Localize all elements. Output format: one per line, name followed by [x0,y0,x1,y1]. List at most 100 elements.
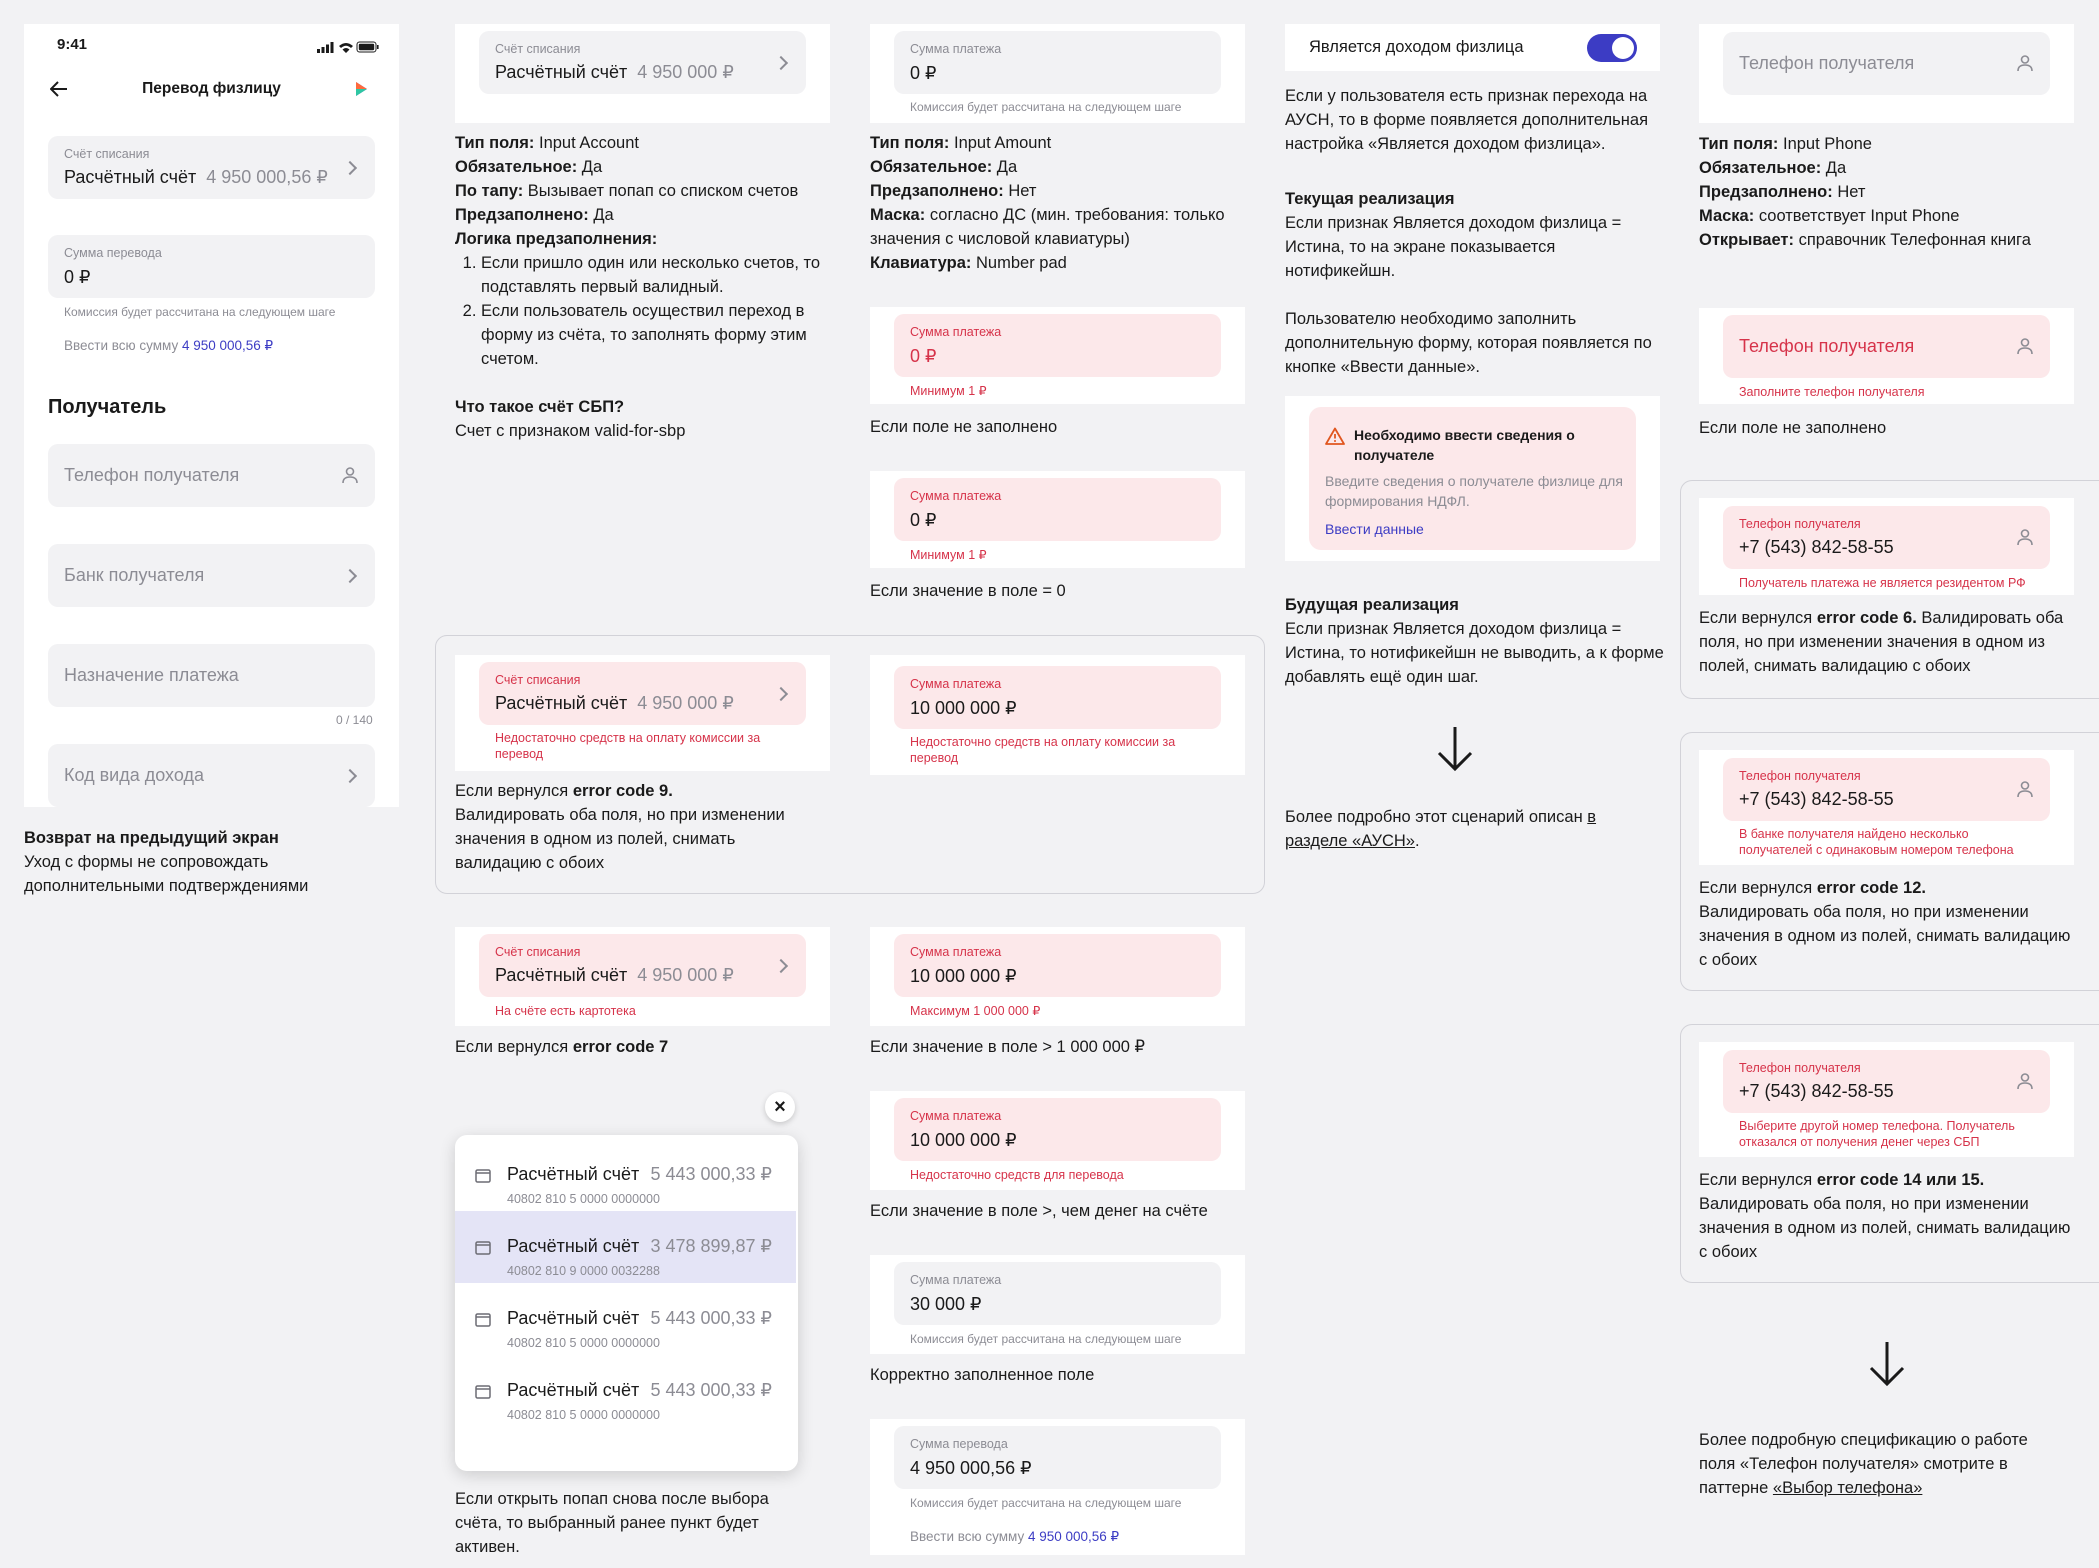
popup-account-item[interactable]: Расчётный счёт 5 443 000,33 ₽ 40802 810 … [455,1139,796,1211]
income-intro: Если у пользователя есть признак переход… [1285,87,1648,153]
field-label: Счёт списания [495,673,581,687]
amount-max-card: Сумма платежа 10 000 000 ₽ Максимум 1 00… [870,927,1245,1026]
toggle-knob [1612,37,1634,59]
item-amount: 3 478 899,87 ₽ [650,1236,772,1256]
error-message: Заполните телефон получателя [1739,385,1925,399]
notification-title: Необходимо ввести сведения о получателе [1354,427,1575,463]
popup-close-button[interactable]: × [765,1092,795,1122]
field-label: Телефон получателя [1739,1061,1861,1075]
field-placeholder: Код вида дохода [64,765,204,785]
recipient-phone-field-error[interactable]: Телефон получателя [1723,315,2050,378]
recipient-section-title: Получатель [48,396,167,418]
field-value: Расчётный счёт 4 950 000,56 ₽ [64,167,328,187]
field-label: Сумма платежа [910,42,1002,56]
status-time: 9:41 [57,36,88,53]
field-placeholder: Телефон получателя [1739,53,1915,73]
account-err9-card: Счёт списания Расчётный счёт 4 950 000 ₽… [455,655,830,771]
field-label: Счёт списания [495,945,581,959]
field-label: Сумма платежа [910,1273,1002,1287]
error-message: На счёте есть картотека [495,1004,636,1018]
field-value: Расчётный счёт 4 950 000 ₽ [495,693,734,713]
field-value: +7 (543) 842-58-55 [1739,1081,1894,1101]
account-icon [475,1241,491,1255]
amount-field-error[interactable]: Сумма платежа 10 000 000 ₽ [894,934,1221,997]
field-value: 4 950 000,56 ₽ [910,1458,1032,1478]
field-label: Телефон получателя [1739,517,1861,531]
app-logo-icon [351,79,371,104]
commission-hint: Комиссия будет рассчитана на следующем ш… [64,305,336,319]
field-value: 10 000 000 ₽ [910,966,1017,986]
field-label: Счёт списания [495,42,581,56]
future-impl: Будущая реализация Если признак Является … [1285,596,1664,686]
debit-account-field-error[interactable]: Счёт списания Расчётный счёт 4 950 000 ₽ [479,662,806,725]
field-placeholder: Телефон получателя [64,465,240,485]
person-icon [2017,1073,2033,1090]
person-icon [2017,55,2033,72]
recipient-phone-field-error[interactable]: Телефон получателя +7 (543) 842-58-55 [1723,1050,2050,1113]
amount-field[interactable]: Сумма перевода 4 950 000,56 ₽ [894,1426,1221,1489]
field-value: Расчётный счёт 4 950 000 ₽ [495,965,734,985]
notification-text: Введите сведения о получателе физлице дл… [1325,473,1623,509]
phone-empty-card: Телефон получателя Заполните телефон пол… [1699,308,2074,404]
phone-pattern-link[interactable]: «Выбор телефона» [1773,1479,1922,1497]
amount-ok-card: Сумма платежа 30 000 ₽ Комиссия будет ра… [870,1255,1245,1354]
debit-account-field[interactable]: Счёт списания Расчётный счёт 4 950 000 ₽ [479,31,806,94]
popup-account-item[interactable]: Расчётный счёт 5 443 000,33 ₽ 40802 810 … [455,1355,796,1427]
amount-funds-card: Сумма платежа 10 000 000 ₽ Недостаточно … [870,1091,1245,1190]
person-icon [2017,781,2033,798]
account-icon [475,1169,491,1183]
income-toggle-switch[interactable] [1587,34,1637,62]
debit-account-field[interactable]: Счёт списания Расчётный счёт 4 950 000,5… [48,136,375,199]
ausn-more: Более подробно этот сценарий описан в ра… [1285,808,1597,850]
transfer-sum-field[interactable]: Сумма перевода 0 ₽ [48,235,375,298]
income-toggle-row: Является доходом физлица [1285,24,1660,71]
amount-funds-note: Если значение в поле >, чем денег на счё… [870,1202,1208,1220]
income-code-field[interactable]: Код вида дохода [48,744,375,807]
amount-zero-card: Сумма платежа 0 ₽ Минимум 1 ₽ [870,471,1245,568]
recipient-phone-field-error[interactable]: Телефон получателя +7 (543) 842-58-55 [1723,506,2050,569]
arrow-down-icon [1869,1342,1905,1387]
current-impl-2: Пользователю необходимо заполнить дополн… [1285,310,1652,376]
amount-field-error[interactable]: Сумма платежа 10 000 000 ₽ [894,666,1221,729]
amount-field-error[interactable]: Сумма платежа 0 ₽ [894,478,1221,541]
recipient-phone-field-error[interactable]: Телефон получателя +7 (543) 842-58-55 [1723,758,2050,821]
phone-e6-card: Телефон получателя +7 (543) 842-58-55 По… [1699,498,2074,595]
popup-account-item[interactable]: Расчётный счёт 5 443 000,33 ₽ 40802 810 … [455,1283,796,1355]
recipient-bank-field[interactable]: Банк получателя [48,544,375,607]
popup-account-item-selected[interactable]: Расчётный счёт 3 478 899,87 ₽ 40802 810 … [455,1211,796,1283]
account-icon [475,1313,491,1327]
chevron-right-icon [342,160,358,176]
recipient-phone-field[interactable]: Телефон получателя [1723,32,2050,95]
item-amount: 5 443 000,33 ₽ [650,1308,772,1328]
debit-account-field-error[interactable]: Счёт списания Расчётный счёт 4 950 000 ₽ [479,934,806,997]
amount-field[interactable]: Сумма платежа 30 000 ₽ [894,1262,1221,1325]
phone-screen: 9:41 Перевод физлицу Счёт списания Расчё… [24,24,399,807]
amount-field[interactable]: Сумма платежа 0 ₽ [894,31,1221,94]
status-icons [317,40,379,58]
enter-all-sum[interactable]: Ввести всю сумму 4 950 000,56 ₽ [910,1529,1119,1545]
error-message: Выберите другой номер телефона. Получате… [1739,1119,2015,1149]
chevron-right-icon [773,55,789,71]
payment-purpose-field[interactable]: Назначение платежа [48,644,375,707]
amount-field-error[interactable]: Сумма платежа 10 000 000 ₽ [894,1098,1221,1161]
amount-field-error[interactable]: Сумма платежа 0 ₽ [894,314,1221,377]
field-value: 0 ₽ [910,510,937,530]
enter-all-sum[interactable]: Ввести всю сумму 4 950 000,56 ₽ [64,338,273,354]
field-placeholder: Банк получателя [64,565,205,585]
enter-data-link[interactable]: Ввести данные [1325,521,1424,537]
chevron-right-icon [342,568,358,584]
item-number: 40802 810 5 0000 0000000 [507,1408,660,1422]
recipient-phone-field[interactable]: Телефон получателя [48,444,375,507]
item-title: Расчётный счёт [507,1308,640,1328]
field-label: Счёт списания [64,147,150,161]
err7-note: Если вернулся error code 7 [455,1038,669,1056]
field-value: +7 (543) 842-58-55 [1739,789,1894,809]
signal-wifi-battery-icon [317,41,379,53]
field-placeholder: Телефон получателя [1739,336,1915,356]
item-number: 40802 810 9 0000 0032288 [507,1264,660,1278]
field-value: +7 (543) 842-58-55 [1739,537,1894,557]
phone-e6-note: Если вернулся error code 6. Валидировать… [1699,609,2064,675]
field-value: 0 ₽ [910,346,937,366]
notification-card: Необходимо ввести сведения о получателе … [1285,396,1660,561]
back-note: Возврат на предыдущий экран Уход с формы … [24,829,309,895]
